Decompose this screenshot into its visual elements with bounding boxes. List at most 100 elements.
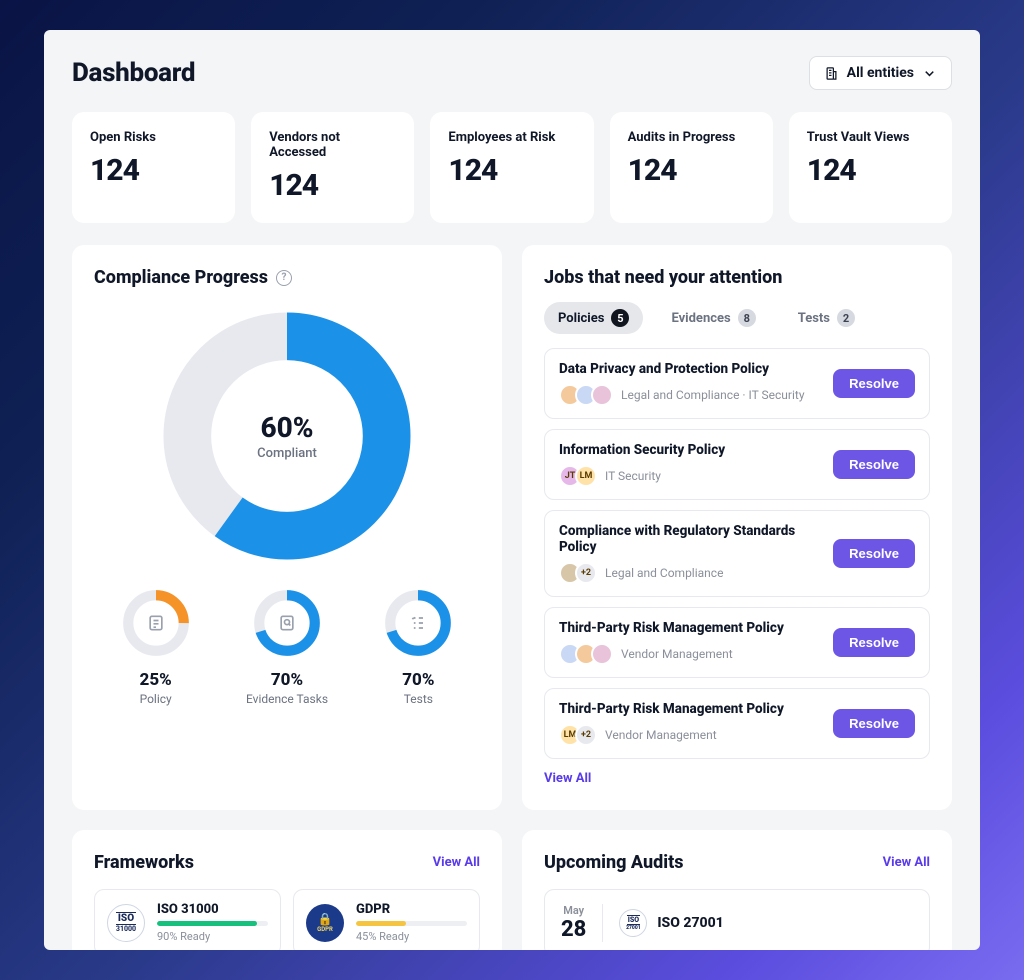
compliance-panel: Compliance Progress ? 60% Compliant [72,245,502,810]
building-icon [824,66,839,81]
resolve-button[interactable]: Resolve [833,709,915,738]
framework-icon: 🔒GDPR [306,904,344,942]
page-title: Dashboard [72,58,195,88]
avatar: +2 [575,724,597,746]
audit-date: May 28 [561,904,603,942]
resolve-button[interactable]: Resolve [833,450,915,479]
job-card[interactable]: Third-Party Risk Management Policy Vendo… [544,607,930,678]
tab-badge: 8 [738,309,756,327]
framework-ready: 90% Ready [157,930,268,943]
stat-value: 124 [90,153,217,188]
tab-tests[interactable]: Tests 2 [784,302,869,334]
stat-value: 124 [628,153,755,188]
compliance-title-text: Compliance Progress [94,267,268,288]
framework-name: GDPR [356,902,467,917]
stat-card[interactable]: Vendors not Accessed 124 [251,112,414,223]
tab-label: Tests [798,311,830,326]
tab-badge: 2 [837,309,855,327]
job-dept: Vendor Management [621,647,733,661]
avatar-stack: JTLM [559,465,597,487]
stat-label: Trust Vault Views [807,130,934,145]
resolve-button[interactable]: Resolve [833,369,915,398]
tab-badge: 5 [611,309,629,327]
stat-card[interactable]: Open Risks 124 [72,112,235,223]
mini-label: Tests [357,692,480,706]
avatar-stack: +2 [559,562,597,584]
stat-card[interactable]: Employees at Risk 124 [430,112,593,223]
framework-card[interactable]: ISO31000 ISO 31000 90% Ready [94,889,281,950]
main-row: Compliance Progress ? 60% Compliant [72,245,952,810]
mini-donut-icon [381,586,455,660]
mini-donut-icon [119,586,193,660]
audits-title: Upcoming Audits [544,852,683,873]
stat-label: Vendors not Accessed [269,130,396,160]
avatar: +2 [575,562,597,584]
mini-pct: 25% [94,670,217,690]
bottom-row: Frameworks View All ISO31000 ISO 31000 9… [72,830,952,950]
framework-grid: ISO31000 ISO 31000 90% Ready 🔒GDPR GDPR … [94,889,480,950]
resolve-button[interactable]: Resolve [833,539,915,568]
job-dept: Vendor Management [605,728,717,742]
job-dept: Legal and Compliance [605,566,723,580]
framework-card[interactable]: 🔒GDPR GDPR 45% Ready [293,889,480,950]
job-title: Third-Party Risk Management Policy [559,620,784,636]
jobs-tabs: Policies 5 Evidences 8 Tests 2 [544,302,930,334]
job-card[interactable]: Third-Party Risk Management Policy LM+2 … [544,688,930,759]
framework-ready: 45% Ready [356,930,467,943]
job-card[interactable]: Data Privacy and Protection Policy Legal… [544,348,930,419]
mini-donut: 70% Evidence Tasks [225,586,348,706]
stat-value: 124 [807,153,934,188]
tab-policies[interactable]: Policies 5 [544,302,643,334]
compliance-pct: 60% [260,411,313,444]
audit-list: May 28 ISO27001 ISO 27001 [544,889,930,950]
compliance-title: Compliance Progress ? [94,267,480,288]
stat-value: 124 [448,153,575,188]
frameworks-title: Frameworks [94,852,194,873]
job-list: Data Privacy and Protection Policy Legal… [544,348,930,759]
framework-progress [157,921,268,926]
entity-selector[interactable]: All entities [809,56,952,90]
resolve-button[interactable]: Resolve [833,628,915,657]
tab-label: Evidences [671,311,730,326]
compliance-donut: 60% Compliant [94,306,480,566]
app-shell: Dashboard All entities Open Risks 124Ven… [44,30,980,950]
frameworks-view-all[interactable]: View All [433,855,480,870]
stat-label: Employees at Risk [448,130,575,145]
audit-month: May [561,904,586,917]
job-meta: Vendor Management [559,643,784,665]
mini-label: Policy [94,692,217,706]
mini-donut-icon [250,586,324,660]
audit-name: ISO27001 ISO 27001 [619,909,723,937]
job-meta: JTLM IT Security [559,465,725,487]
jobs-panel: Jobs that need your attention Policies 5 E… [522,245,952,810]
stat-label: Open Risks [90,130,217,145]
audits-view-all[interactable]: View All [883,855,930,870]
page-header: Dashboard All entities [72,56,952,90]
jobs-title: Jobs that need your attention [544,267,930,288]
job-title: Information Security Policy [559,442,725,458]
job-card[interactable]: Compliance with Regulatory Standards Pol… [544,510,930,597]
tab-evidences[interactable]: Evidences 8 [657,302,769,334]
audit-card[interactable]: May 28 ISO27001 ISO 27001 [544,889,930,950]
stat-card[interactable]: Trust Vault Views 124 [789,112,952,223]
audit-day: 28 [561,917,586,942]
stat-card[interactable]: Audits in Progress 124 [610,112,773,223]
mini-label: Evidence Tasks [225,692,348,706]
mini-pct: 70% [225,670,348,690]
job-title: Compliance with Regulatory Standards Pol… [559,523,833,555]
compliance-sub: Compliant [257,446,317,461]
job-card[interactable]: Information Security Policy JTLM IT Secu… [544,429,930,500]
job-title: Third-Party Risk Management Policy [559,701,784,717]
mini-pct: 70% [357,670,480,690]
avatar [591,643,613,665]
audits-panel: Upcoming Audits View All May 28 ISO27001… [522,830,952,950]
stat-value: 124 [269,168,396,203]
job-dept: IT Security [605,469,661,483]
job-meta: Legal and Compliance · IT Security [559,384,805,406]
tab-label: Policies [558,311,604,326]
avatar-stack: LM+2 [559,724,597,746]
jobs-view-all[interactable]: View All [544,771,591,786]
help-icon[interactable]: ? [276,270,292,286]
framework-icon: ISO31000 [107,904,145,942]
stat-label: Audits in Progress [628,130,755,145]
